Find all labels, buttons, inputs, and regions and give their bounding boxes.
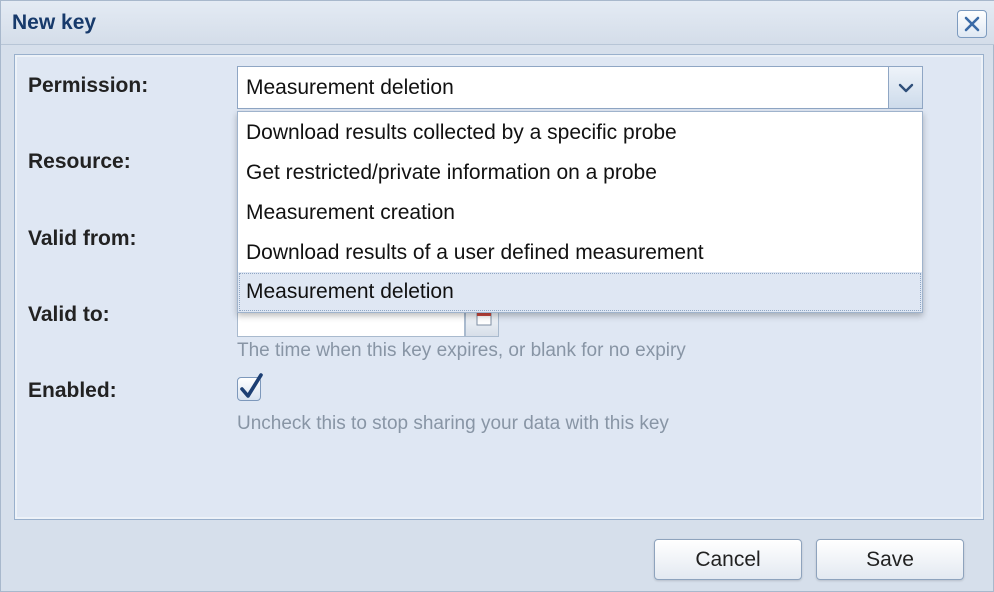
valid-to-label: Valid to: [28, 303, 110, 326]
dropdown-option-selected[interactable]: Measurement deletion [238, 272, 922, 312]
checkmark-icon [240, 373, 263, 398]
select-arrow-button[interactable] [888, 67, 922, 108]
enabled-label: Enabled: [28, 379, 117, 402]
permission-select[interactable]: Measurement deletion [237, 66, 923, 109]
valid-from-label: Valid from: [28, 227, 137, 250]
permission-dropdown-list: Download results collected by a specific… [237, 111, 923, 313]
enabled-checkbox[interactable] [237, 373, 263, 401]
close-icon [964, 16, 980, 32]
permission-label: Permission: [28, 74, 149, 97]
calendar-icon [476, 313, 492, 326]
chevron-down-icon [898, 83, 913, 92]
cancel-button[interactable]: Cancel [654, 539, 802, 580]
valid-to-hint: The time when this key expires, or blank… [237, 340, 686, 361]
resource-label: Resource: [28, 150, 131, 173]
calendar-button[interactable] [465, 313, 499, 337]
close-button[interactable] [957, 10, 987, 38]
dropdown-option[interactable]: Get restricted/private information on a … [238, 153, 922, 193]
dialog-title: New key [12, 11, 97, 34]
enabled-hint: Uncheck this to stop sharing your data w… [237, 413, 669, 434]
dropdown-option[interactable]: Download results collected by a specific… [238, 113, 922, 153]
dialog-titlebar[interactable]: New key [1, 1, 994, 45]
permission-select-value: Measurement deletion [246, 76, 454, 99]
dropdown-option[interactable]: Download results of a user defined measu… [238, 233, 922, 273]
new-key-dialog: New key Permission: Resource: Valid from… [0, 0, 994, 592]
dropdown-option[interactable]: Measurement creation [238, 193, 922, 233]
valid-to-input[interactable] [237, 313, 465, 337]
save-button[interactable]: Save [816, 539, 964, 580]
